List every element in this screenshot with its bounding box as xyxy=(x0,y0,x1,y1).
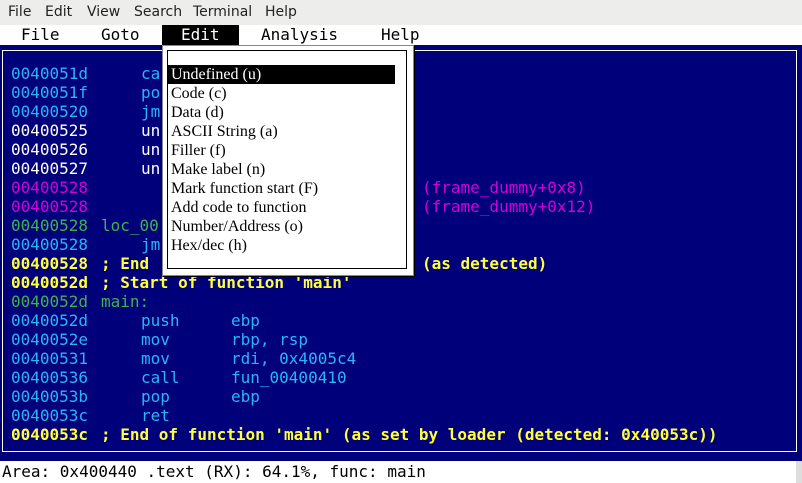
listing-row[interactable]: 0040053c; End of function 'main' (as set… xyxy=(11,425,718,444)
listing-row[interactable]: 0040052d main: xyxy=(11,292,149,311)
listing-row[interactable]: 00400528 jm xyxy=(11,235,160,254)
terminal-menu-help[interactable]: Help xyxy=(265,4,297,20)
listing-row[interactable]: 00400526 un xyxy=(11,140,160,159)
listing-row[interactable]: 0040051f po xyxy=(11,83,160,102)
menu-item-ascii-string[interactable]: ASCII String (a) xyxy=(167,122,395,141)
listing-row[interactable]: 00400528 (frame_dummy+0x12) xyxy=(11,197,595,216)
terminal-menu-search[interactable]: Search xyxy=(134,4,182,20)
app-menu-help[interactable]: Help xyxy=(381,25,420,45)
status-bar: Area: 0x400440 .text (RX): 64.1%, func: … xyxy=(0,461,802,483)
app-menu-analysis[interactable]: Analysis xyxy=(261,25,338,45)
listing-row[interactable]: 00400528 loc_00 xyxy=(11,216,159,235)
listing-row[interactable]: 00400520 jm xyxy=(11,102,160,121)
terminal-menu-view[interactable]: View xyxy=(87,4,120,20)
menu-item-make-label[interactable]: Make label (n) xyxy=(167,160,395,179)
listing-row[interactable]: 00400525 un xyxy=(11,121,160,140)
menu-item-filler[interactable]: Filler (f) xyxy=(167,141,395,160)
listing-row[interactable]: 00400527 un xyxy=(11,159,160,178)
listing-row[interactable]: 0040052e mov rbp, rsp xyxy=(11,330,308,349)
terminal-menubar: File Edit View Search Terminal Help xyxy=(0,0,802,25)
menu-item-add-code-to-function[interactable]: Add code to function xyxy=(167,198,395,217)
menu-item-undefined[interactable]: Undefined (u) xyxy=(167,65,395,84)
listing-row[interactable]: 0040052d push ebp xyxy=(11,311,260,330)
listing-row[interactable]: 0040052d; Start of function 'main' xyxy=(11,273,351,292)
listing-row[interactable]: 00400531 mov rdi, 0x4005c4 xyxy=(11,349,356,368)
terminal-menu-file[interactable]: File xyxy=(8,4,31,20)
listing-row[interactable]: 0040051d ca xyxy=(11,64,160,83)
listing-row[interactable]: 0040053b pop ebp xyxy=(11,387,260,406)
app-menu-goto[interactable]: Goto xyxy=(101,25,140,45)
status-text: Area: 0x400440 .text (RX): 64.1%, func: … xyxy=(2,462,426,481)
listing-row[interactable]: 00400528 (frame_dummy+0x8) xyxy=(11,178,586,197)
terminal-menu-edit[interactable]: Edit xyxy=(45,4,72,20)
scrollbar[interactable] xyxy=(796,461,802,483)
menu-item-mark-function-start[interactable]: Mark function start (F) xyxy=(167,179,395,198)
edit-dropdown-menu: Undefined (u) Code (c) Data (d) ASCII St… xyxy=(162,45,414,276)
terminal-menu-terminal[interactable]: Terminal xyxy=(193,4,252,20)
app-menu-edit[interactable]: Edit xyxy=(162,25,239,45)
app-menubar: File Goto Edit Analysis Help xyxy=(0,25,802,45)
listing-row[interactable]: 0040053c ret xyxy=(11,406,170,425)
menu-item-number-address[interactable]: Number/Address (o) xyxy=(167,217,395,236)
listing-row[interactable]: 00400536 call fun_00400410 xyxy=(11,368,347,387)
listing-row[interactable]: 00400528; End (as detected) xyxy=(11,254,547,273)
app-menu-file[interactable]: File xyxy=(21,25,60,45)
menu-item-hex-dec[interactable]: Hex/dec (h) xyxy=(167,236,395,255)
menu-item-data[interactable]: Data (d) xyxy=(167,103,395,122)
menu-item-code[interactable]: Code (c) xyxy=(167,84,395,103)
